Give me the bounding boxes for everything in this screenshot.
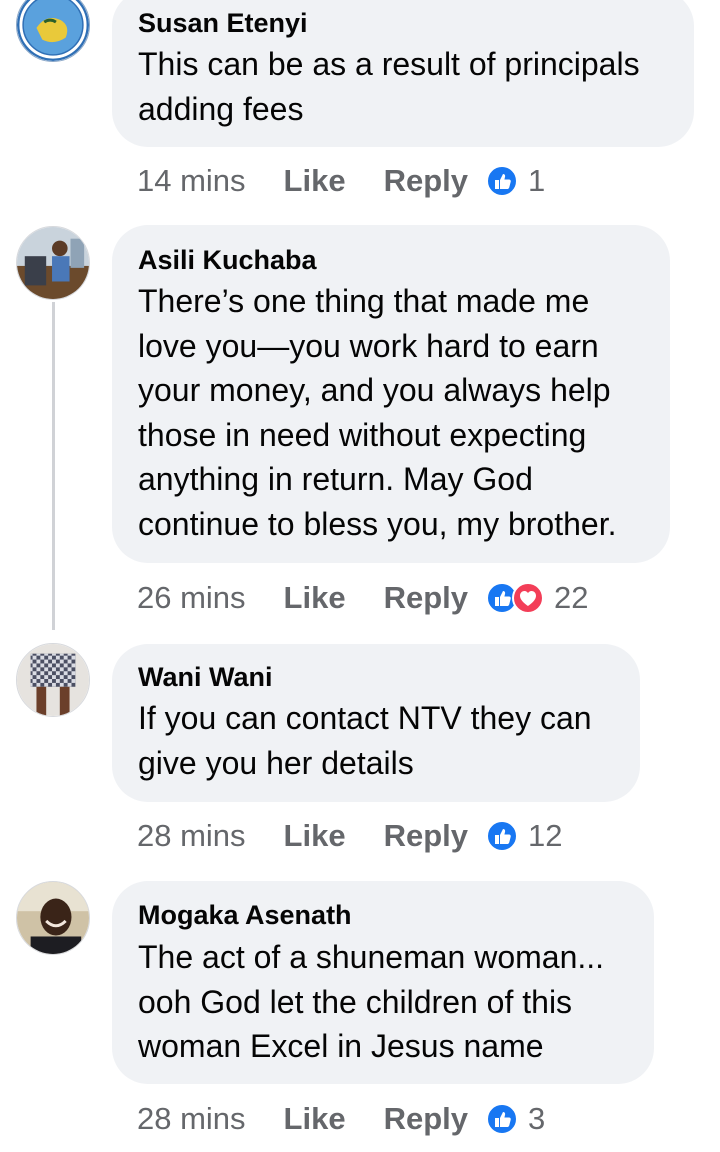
comment-timestamp[interactable]: 14 mins xyxy=(137,163,246,199)
comment-text: There’s one thing that made me love you—… xyxy=(138,283,617,542)
reaction-summary[interactable]: 3 xyxy=(486,1101,545,1137)
comment-bubble: Susan Etenyi This can be as a result of … xyxy=(112,0,694,147)
reaction-count: 22 xyxy=(554,580,589,615)
reply-button[interactable]: Reply xyxy=(384,1101,468,1137)
avatar[interactable] xyxy=(16,881,90,955)
like-button[interactable]: Like xyxy=(284,580,346,616)
comment-timestamp[interactable]: 26 mins xyxy=(137,580,246,616)
love-icon xyxy=(512,582,544,614)
photo-avatar-image xyxy=(17,227,89,299)
like-button[interactable]: Like xyxy=(284,1101,346,1137)
comment-bubble: Mogaka Asenath The act of a shuneman wom… xyxy=(112,881,654,1084)
reaction-count: 3 xyxy=(528,1101,546,1136)
comment-actions: 28 mins Like Reply 12 xyxy=(137,814,562,858)
reply-button[interactable]: Reply xyxy=(384,818,468,854)
like-icon xyxy=(486,1103,518,1135)
reply-button[interactable]: Reply xyxy=(384,580,468,616)
comment-text: This can be as a result of principals ad… xyxy=(138,46,640,127)
reaction-summary[interactable]: 1 xyxy=(486,163,545,199)
reaction-summary[interactable]: 12 xyxy=(486,818,562,854)
reply-button[interactable]: Reply xyxy=(384,163,468,199)
comment-author[interactable]: Mogaka Asenath xyxy=(138,900,352,931)
reaction-count: 12 xyxy=(528,818,563,853)
like-button[interactable]: Like xyxy=(284,163,346,199)
comment-author[interactable]: Susan Etenyi xyxy=(138,8,308,39)
comment-bubble: Asili Kuchaba There’s one thing that mad… xyxy=(112,225,670,563)
comment-text: If you can contact NTV they can give you… xyxy=(138,700,592,781)
comment-actions: 14 mins Like Reply 1 xyxy=(137,159,545,203)
reaction-summary[interactable]: 22 xyxy=(486,580,588,616)
reaction-count: 1 xyxy=(528,163,546,198)
comment-author[interactable]: Asili Kuchaba xyxy=(138,245,317,276)
comment-actions: 28 mins Like Reply 3 xyxy=(137,1097,545,1141)
avatar[interactable] xyxy=(16,643,90,717)
avatar[interactable] xyxy=(16,226,90,300)
comment-actions: 26 mins Like Reply 22 xyxy=(137,576,588,620)
like-icon xyxy=(486,165,518,197)
comment-author[interactable]: Wani Wani xyxy=(138,662,273,693)
avatar[interactable] xyxy=(16,0,90,62)
photo-avatar-image xyxy=(17,644,89,716)
photo-avatar-image xyxy=(17,882,89,954)
comment-timestamp[interactable]: 28 mins xyxy=(137,818,246,854)
like-button[interactable]: Like xyxy=(284,818,346,854)
like-icon xyxy=(486,820,518,852)
comment-bubble: Wani Wani If you can contact NTV they ca… xyxy=(112,644,640,802)
globe-avatar-image xyxy=(17,0,89,61)
comment-timestamp[interactable]: 28 mins xyxy=(137,1101,246,1137)
thread-connector-line xyxy=(52,302,55,630)
comment-text: The act of a shuneman woman... ooh God l… xyxy=(138,939,605,1064)
